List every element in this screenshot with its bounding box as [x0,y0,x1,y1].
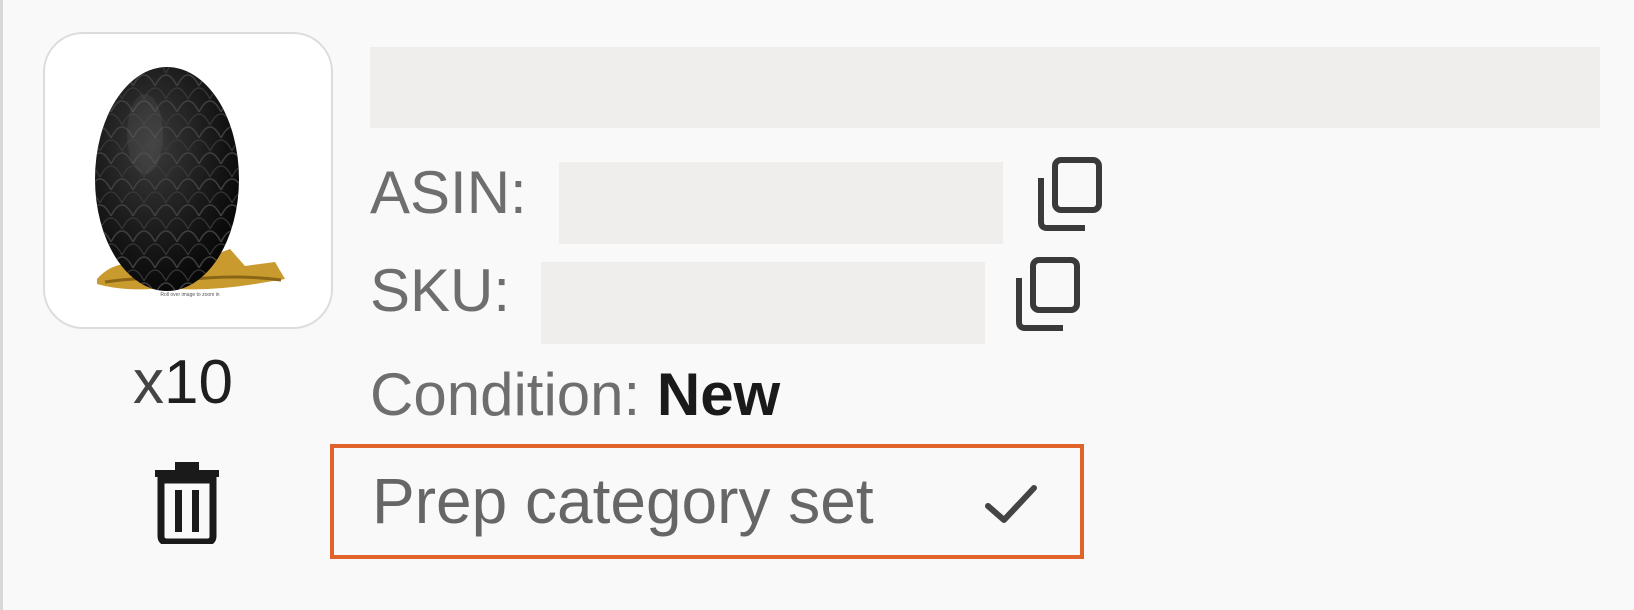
shipment-item-card: Roll over image to zoom in x10 ASIN: SKU… [0,0,1634,610]
copy-asin-button[interactable] [1033,156,1105,234]
sku-value-redacted [541,262,985,344]
check-icon [985,485,1037,523]
prep-category-label: Prep category set [372,465,874,537]
copy-icon [1016,257,1080,331]
condition-row: Condition: New [370,360,780,429]
product-title-redacted [370,47,1600,128]
asin-value-redacted [559,162,1003,244]
trash-icon[interactable] [151,462,223,546]
quantity: x10 [133,348,233,417]
image-caption: Roll over image to zoom in [160,292,219,298]
sku-label: SKU: [370,257,511,324]
condition-value: New [656,361,781,428]
copy-icon [1038,157,1102,231]
condition-label: Condition: [370,361,641,428]
prep-category-status[interactable]: Prep category set [330,444,1084,559]
product-image: Roll over image to zoom in [95,67,285,298]
asin-label: ASIN: [370,159,527,226]
copy-sku-button[interactable] [1011,256,1083,334]
product-thumbnail[interactable]: Roll over image to zoom in [43,32,333,329]
